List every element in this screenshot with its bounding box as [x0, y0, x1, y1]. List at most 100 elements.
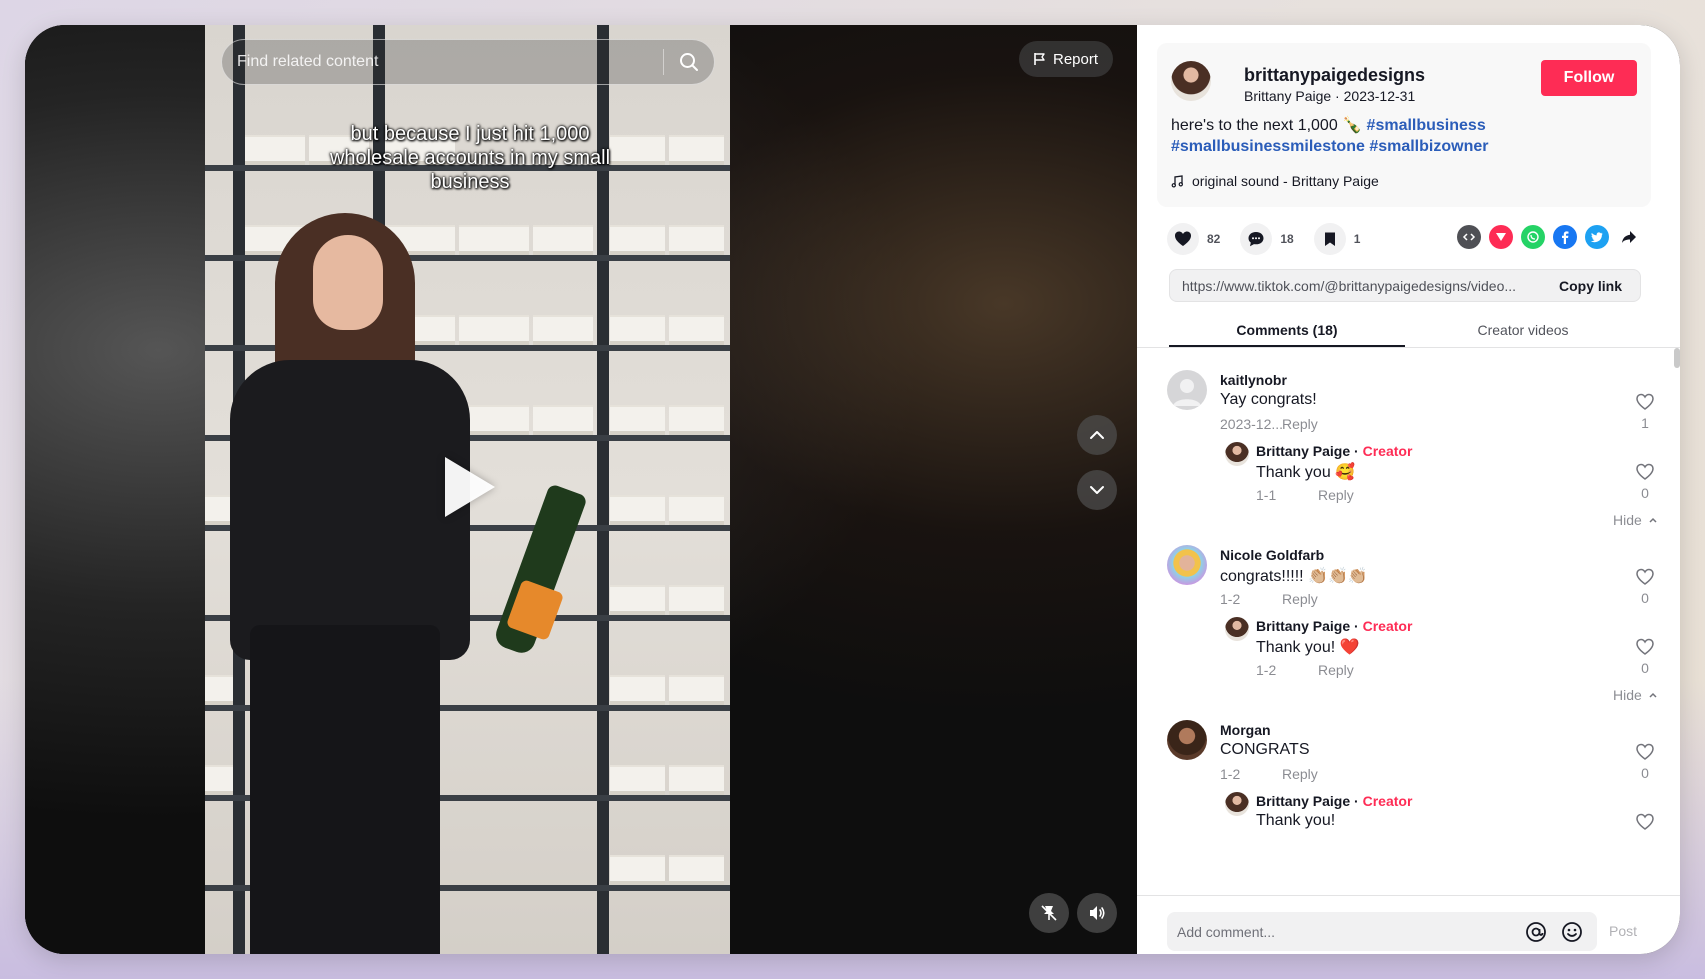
reply-link[interactable]: Reply [1318, 662, 1354, 678]
comment-date: 1-2 [1220, 591, 1241, 607]
commenter-name[interactable]: kaitlynobr [1220, 372, 1287, 388]
reply-avatar[interactable] [1225, 617, 1249, 641]
creator-badge: Creator [1362, 443, 1413, 459]
comment-button[interactable]: 18 [1240, 223, 1294, 255]
heart-outline-icon [1636, 638, 1654, 655]
whatsapp-button[interactable] [1521, 225, 1545, 249]
more-share-button[interactable] [1617, 225, 1641, 249]
reply-author-name[interactable]: Brittany Paige [1256, 793, 1350, 809]
twitter-button[interactable] [1585, 225, 1609, 249]
embed-button[interactable] [1457, 225, 1481, 249]
reply-like-count: 0 [1641, 660, 1649, 676]
comment-composer [1167, 912, 1597, 951]
comment-scrollbar[interactable] [1674, 348, 1680, 894]
emoji-icon[interactable] [1561, 921, 1583, 943]
search-input[interactable] [222, 40, 663, 84]
commenter-name[interactable]: Nicole Goldfarb [1220, 547, 1324, 563]
reply-text: Thank you! ❤️ [1256, 639, 1360, 656]
comment-text: Yay congrats! [1220, 391, 1317, 408]
heart-icon [1175, 231, 1191, 246]
hashtag-link[interactable]: #smallbusiness [1367, 117, 1486, 134]
post-description: here's to the next 1,000 🍾 #smallbusines… [1171, 117, 1489, 155]
comment-date: 2023-12... [1220, 416, 1284, 432]
comment-like-count: 1 [1641, 415, 1649, 431]
reply-like-button[interactable]: 0 [1635, 462, 1655, 501]
chevron-up-icon [1090, 431, 1104, 439]
reply-link[interactable]: Reply [1318, 487, 1354, 503]
details-panel: brittanypaigedesigns Brittany Paige · 20… [1137, 25, 1680, 954]
share-link-text[interactable]: https://www.tiktok.com/@brittanypaigedes… [1170, 278, 1547, 294]
reply-avatar[interactable] [1225, 442, 1249, 466]
reply-link[interactable]: Reply [1282, 766, 1318, 782]
twitter-icon [1590, 232, 1603, 243]
search-bar [221, 39, 715, 85]
hide-replies-button[interactable]: Hide [1613, 687, 1658, 703]
chevron-up-icon [1649, 692, 1657, 698]
reply-like-button[interactable] [1635, 812, 1655, 832]
sound-link[interactable]: original sound - Brittany Paige [1171, 173, 1379, 189]
reply-like-button[interactable]: 0 [1635, 637, 1655, 676]
flag-icon [1034, 53, 1045, 65]
search-button[interactable] [664, 40, 714, 84]
volume-button[interactable] [1077, 893, 1117, 933]
commenter-avatar[interactable] [1167, 545, 1207, 585]
tab-comments[interactable]: Comments (18) [1169, 315, 1405, 347]
heart-outline-icon [1636, 813, 1654, 830]
creator-badge: Creator [1362, 618, 1413, 634]
comment-like-button[interactable]: 1 [1635, 392, 1655, 431]
reply-avatar[interactable] [1225, 792, 1249, 816]
save-button[interactable]: 1 [1313, 223, 1361, 255]
copy-link-button[interactable]: Copy link [1547, 278, 1640, 294]
facebook-button[interactable] [1553, 225, 1577, 249]
like-button[interactable]: 82 [1167, 223, 1220, 255]
post-info-card: brittanypaigedesigns Brittany Paige · 20… [1157, 43, 1651, 207]
creator-badge: Creator [1362, 793, 1413, 809]
reply-author: Brittany Paige · Creator [1256, 618, 1413, 634]
creator-username[interactable]: brittanypaigedesigns [1244, 65, 1425, 86]
hashtag-link[interactable]: #smallbusinessmilestone [1171, 138, 1365, 155]
floating-player-button[interactable] [1029, 893, 1069, 933]
bookmark-icon [1324, 232, 1335, 246]
facebook-icon [1562, 231, 1569, 244]
send-icon [1496, 233, 1506, 241]
next-video-button[interactable] [1077, 470, 1117, 510]
share-buttons [1457, 225, 1641, 249]
creator-avatar[interactable] [1171, 61, 1211, 101]
hide-replies-button[interactable]: Hide [1613, 512, 1658, 528]
mention-icon[interactable] [1525, 921, 1547, 943]
previous-video-button[interactable] [1077, 415, 1117, 455]
default-avatar-icon [1173, 379, 1201, 406]
comment-icon [1248, 232, 1264, 247]
reply-author-name[interactable]: Brittany Paige [1256, 618, 1350, 634]
commenter-avatar[interactable] [1167, 720, 1207, 760]
report-button[interactable]: Report [1019, 41, 1114, 77]
send-to-friends-button[interactable] [1489, 225, 1513, 249]
comment-input[interactable] [1167, 912, 1525, 951]
reply-author: Brittany Paige · Creator [1256, 793, 1413, 809]
heart-outline-icon [1636, 743, 1654, 760]
reply-link[interactable]: Reply [1282, 591, 1318, 607]
follow-button[interactable]: Follow [1541, 60, 1637, 96]
tab-creator-videos[interactable]: Creator videos [1405, 315, 1641, 347]
post-comment-button[interactable]: Post [1609, 923, 1637, 939]
panel-tabs: Comments (18) Creator videos [1169, 315, 1641, 347]
like-count: 82 [1207, 232, 1221, 246]
comment-list[interactable]: kaitlynobr Yay congrats! 2023-12... Reply 1 B… [1137, 348, 1680, 894]
reply-link[interactable]: Reply [1282, 416, 1318, 432]
reply-author-name[interactable]: Brittany Paige [1256, 443, 1350, 459]
play-icon[interactable] [445, 457, 495, 517]
comment-date: 1-2 [1220, 766, 1241, 782]
comment-like-count: 0 [1641, 590, 1649, 606]
comment-like-button[interactable]: 0 [1635, 567, 1655, 606]
volume-icon [1090, 906, 1105, 920]
hashtag-link[interactable]: #smallbizowner [1369, 138, 1488, 155]
commenter-name[interactable]: Morgan [1220, 722, 1271, 738]
reply-date: 1-1 [1256, 487, 1277, 503]
commenter-avatar[interactable] [1167, 370, 1207, 410]
video-player[interactable]: but because I just hit 1,000 wholesale a… [205, 25, 730, 954]
save-count: 1 [1353, 232, 1361, 246]
chevron-up-icon [1649, 517, 1657, 523]
reply-text: Thank you! [1256, 812, 1336, 829]
pin-off-icon [1041, 905, 1057, 921]
comment-like-button[interactable]: 0 [1635, 742, 1655, 781]
